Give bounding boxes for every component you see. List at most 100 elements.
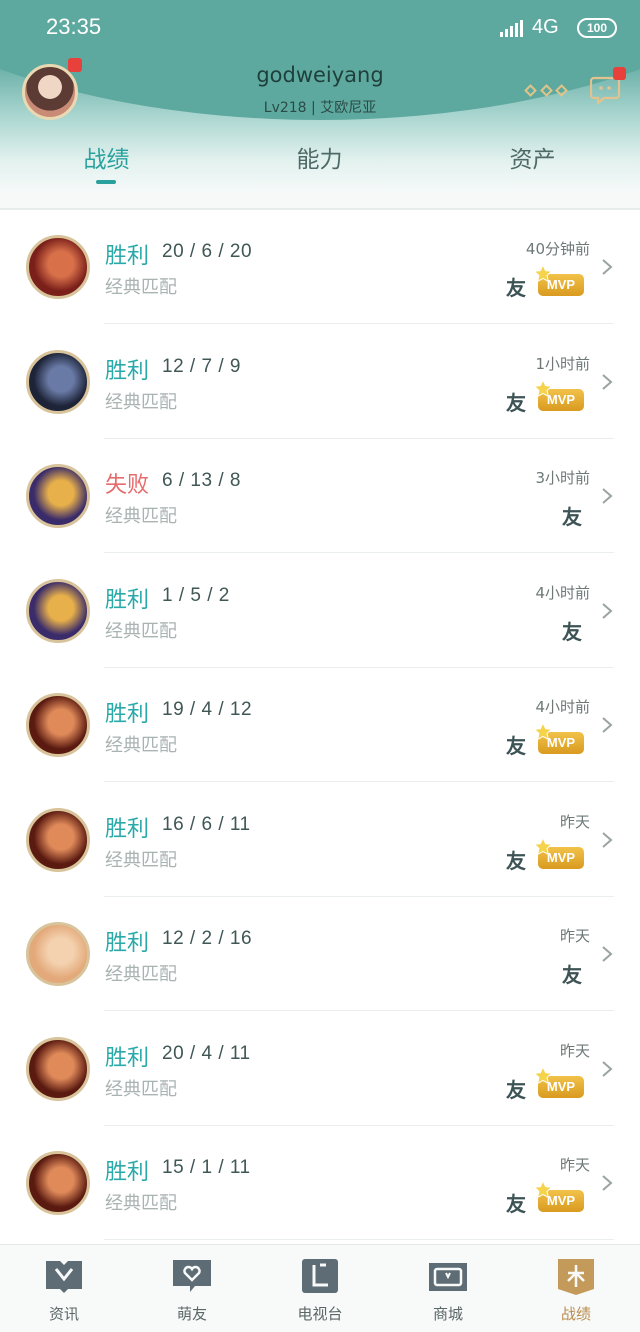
match-mode: 经典匹配: [105, 620, 177, 642]
tab-ability[interactable]: 能力: [213, 140, 426, 174]
match-mode: 经典匹配: [105, 1078, 177, 1100]
match-row[interactable]: 胜利 1 / 5 / 2 经典匹配 4小时前友: [0, 554, 640, 668]
kda: 16 / 6 / 11: [162, 813, 251, 835]
tab-record[interactable]: 战绩: [0, 140, 213, 174]
match-result: 胜利: [105, 702, 150, 727]
match-mode: 经典匹配: [105, 277, 177, 298]
nav-store[interactable]: 商城: [384, 1257, 512, 1329]
match-row[interactable]: 胜利 12 / 7 / 9 经典匹配 1小时前友 MVP: [0, 325, 640, 439]
kda: 6 / 13 / 8: [162, 470, 241, 491]
match-mode: 经典匹配: [105, 735, 177, 756]
match-mode: 经典匹配: [105, 964, 177, 985]
nav-friends[interactable]: 萌友: [128, 1257, 256, 1329]
chevron-right-icon: [602, 602, 613, 619]
friend-badge: 友: [506, 1077, 526, 1102]
champion-portrait: [26, 578, 90, 643]
match-row[interactable]: 胜利 20 / 4 / 11 经典匹配 昨天友 MVP: [0, 1012, 640, 1126]
kda: 19 / 4 / 12: [162, 699, 253, 720]
match-row[interactable]: 失败 6 / 13 / 8 经典匹配 3小时前友: [0, 439, 640, 553]
friend-badge: 友: [506, 734, 526, 758]
match-result: 胜利: [105, 244, 150, 269]
champion-portrait: [26, 1036, 90, 1101]
match-result: 胜利: [105, 1045, 150, 1071]
friend-badge: 友: [562, 505, 582, 529]
tab-assets[interactable]: 资产: [426, 140, 639, 174]
bottom-nav: 资讯 萌友 电视台 商城 战绩: [0, 1244, 640, 1332]
match-result: 失败: [105, 473, 150, 498]
match-mode: 经典匹配: [105, 391, 177, 413]
nav-label: 资讯: [48, 1305, 79, 1323]
match-time: 昨天: [559, 927, 590, 945]
friend-badge: 友: [506, 1192, 526, 1216]
match-result: 胜利: [105, 816, 150, 842]
star-icon: [533, 1180, 553, 1199]
record-icon: [558, 1259, 594, 1295]
kda: 1 / 5 / 2: [162, 584, 230, 606]
battery-icon: 100: [577, 18, 617, 38]
nav-label: 战绩: [560, 1305, 591, 1323]
champion-portrait: [26, 464, 90, 528]
match-mode: 经典匹配: [105, 849, 177, 871]
chevron-right-icon: [602, 373, 613, 390]
friend-badge: 友: [506, 390, 526, 415]
tv-icon: [302, 1259, 338, 1293]
chevron-right-icon: [602, 1060, 613, 1077]
divider: [104, 1239, 614, 1240]
kda: 20 / 4 / 11: [162, 1042, 251, 1064]
match-result: 胜利: [105, 358, 150, 384]
champion-portrait: [26, 349, 90, 414]
match-mode: 经典匹配: [105, 1193, 177, 1214]
chevron-right-icon: [602, 717, 613, 733]
kda: 12 / 2 / 16: [162, 928, 253, 949]
match-row[interactable]: 胜利 15 / 1 / 11 经典匹配 昨天友 MVP: [0, 1126, 640, 1240]
match-time: 昨天: [559, 1041, 590, 1060]
match-time: 4小时前: [535, 583, 590, 602]
user-level-server: Lv218 | 艾欧尼亚: [263, 100, 377, 116]
star-icon: [533, 1065, 553, 1084]
match-result: 胜利: [105, 1160, 150, 1185]
kda: 20 / 6 / 20: [162, 241, 253, 262]
friends-icon: [173, 1260, 211, 1292]
nav-label: 商城: [432, 1305, 463, 1323]
chevron-right-icon: [602, 259, 613, 275]
friend-badge: 友: [562, 963, 582, 987]
chevron-right-icon: [602, 488, 613, 504]
star-icon: [533, 378, 553, 397]
match-time: 4小时前: [535, 698, 590, 716]
chevron-right-icon: [602, 946, 613, 962]
match-row[interactable]: 胜利 16 / 6 / 11 经典匹配 昨天友 MVP: [0, 783, 640, 897]
status-bar: 23:35 4G 100: [0, 0, 640, 56]
nav-label: 电视台: [297, 1305, 343, 1323]
champion-portrait: [26, 235, 90, 299]
star-icon: [533, 836, 553, 855]
match-result: 胜利: [105, 587, 150, 613]
nav-record[interactable]: 战绩: [512, 1257, 640, 1329]
match-mode: 经典匹配: [105, 506, 177, 527]
kda: 12 / 7 / 9: [162, 355, 241, 377]
more-icon[interactable]: [524, 83, 568, 97]
match-time: 3小时前: [535, 469, 590, 487]
champion-portrait: [26, 1151, 90, 1215]
message-notification-dot: [613, 67, 626, 80]
match-result: 胜利: [105, 931, 150, 956]
champion-portrait: [26, 693, 90, 757]
nav-tv[interactable]: 电视台: [256, 1257, 384, 1329]
chevron-right-icon: [602, 1175, 613, 1191]
chevron-right-icon: [602, 831, 613, 848]
network-type: 4G: [532, 16, 559, 38]
active-tab-indicator: [96, 180, 116, 184]
match-row[interactable]: 胜利 12 / 2 / 16 经典匹配 昨天友: [0, 897, 640, 1011]
match-row[interactable]: 胜利 19 / 4 / 12 经典匹配 4小时前友 MVP: [0, 668, 640, 782]
kda: 15 / 1 / 11: [162, 1157, 251, 1178]
match-time: 昨天: [559, 812, 590, 831]
match-time: 昨天: [559, 1156, 590, 1174]
nav-label: 萌友: [176, 1305, 207, 1323]
star-icon: [533, 722, 553, 741]
nav-news[interactable]: 资讯: [0, 1257, 128, 1329]
match-time: 1小时前: [535, 354, 590, 373]
header: 23:35 4G 100 godweiyang Lv218 | 艾欧尼亚 战绩 …: [0, 0, 640, 192]
champion-portrait: [26, 922, 90, 986]
friend-badge: 友: [562, 619, 582, 644]
match-row[interactable]: 胜利 20 / 6 / 20 经典匹配 40分钟前友 MVP: [0, 210, 640, 324]
star-icon: [533, 264, 553, 283]
